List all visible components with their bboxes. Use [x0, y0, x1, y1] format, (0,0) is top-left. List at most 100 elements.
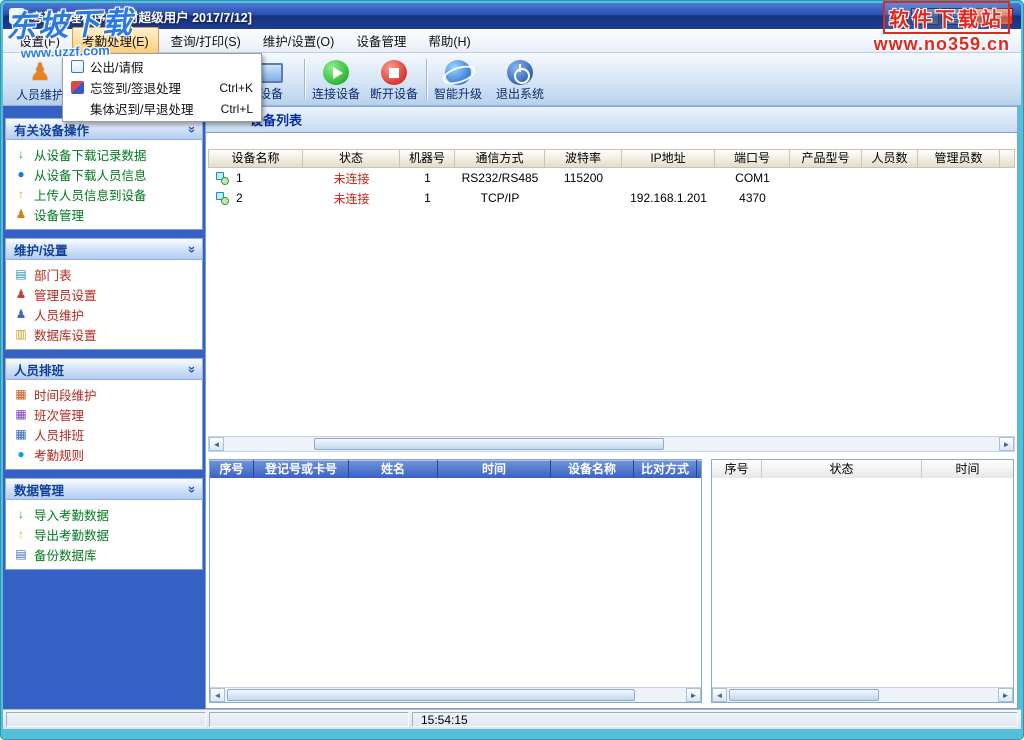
menu-item-leave-request[interactable]: 公出/请假 — [63, 56, 261, 77]
title-bar[interactable]: ↩ 考勤管理程序 [临时超级用户 2017/7/12] – □ × — [3, 3, 1021, 29]
scroll-right-button[interactable]: ► — [998, 688, 1013, 702]
sidebar-item-label: 备份数据库 — [34, 545, 97, 564]
column-header[interactable]: 时间 — [922, 460, 1013, 478]
sidebar-item-person-scheduling[interactable]: ▦ 人员排班 — [6, 424, 202, 444]
import-arrow-icon: ↓ — [14, 507, 28, 521]
sidebar-item-shift-management[interactable]: ▦ 班次管理 — [6, 404, 202, 424]
horizontal-scrollbar[interactable]: ◄ ► — [712, 687, 1013, 702]
toolbar-separator — [304, 59, 305, 99]
toolbar-button-label: 连接设备 — [312, 85, 360, 102]
column-header[interactable]: 姓名 — [349, 460, 438, 478]
section-title: 有关设备操作 — [14, 120, 89, 139]
column-header[interactable]: 机器号 — [400, 149, 455, 168]
sidebar-item-export-attendance-data[interactable]: ↑ 导出考勤数据 — [6, 524, 202, 544]
notebook-icon: ▤ — [14, 267, 28, 281]
sidebar-item-admin-settings[interactable]: ♟ 管理员设置 — [6, 284, 202, 304]
sidebar-item-attendance-rules[interactable]: ● 考勤规则 — [6, 444, 202, 464]
section-title: 维护/设置 — [14, 240, 67, 259]
column-header[interactable]: 比对方式 — [634, 460, 697, 478]
section-title: 人员排班 — [14, 360, 64, 379]
scroll-thumb[interactable] — [729, 689, 879, 701]
menu-item-group-late-early[interactable]: 集体迟到/早退处理 Ctrl+L — [63, 98, 261, 119]
sidebar-item-time-period-maintain[interactable]: ▦ 时间段维护 — [6, 384, 202, 404]
collapse-chevron-icon[interactable]: « — [183, 245, 198, 252]
scroll-right-button[interactable]: ► — [686, 688, 701, 702]
scroll-track[interactable] — [225, 688, 686, 702]
collapse-chevron-icon[interactable]: « — [183, 365, 198, 372]
column-header[interactable]: 产品型号 — [790, 149, 862, 168]
menu-attendance-processing[interactable]: 考勤处理(E) — [72, 27, 159, 54]
column-header[interactable]: 序号 — [712, 460, 762, 478]
column-header[interactable]: 时间 — [438, 460, 551, 478]
menu-maintenance-settings[interactable]: 维护/设置(O) — [253, 27, 345, 54]
horizontal-scrollbar[interactable]: ◄ ► — [210, 687, 701, 702]
menu-item-forgot-sign[interactable]: 忘签到/签退处理 Ctrl+K — [63, 77, 261, 98]
column-header[interactable]: 状态 — [303, 149, 400, 168]
sidebar-item-label: 设备管理 — [34, 205, 84, 224]
disk-icon: ▤ — [14, 547, 28, 561]
column-header[interactable]: 管理员数 — [918, 149, 1000, 168]
scroll-thumb[interactable] — [314, 438, 664, 450]
toolbar-button-label: 智能升级 — [434, 85, 482, 102]
collapse-chevron-icon[interactable]: « — [183, 125, 198, 132]
port: 4370 — [715, 191, 790, 205]
sidebar-item-device-management[interactable]: ♟ 设备管理 — [6, 204, 202, 224]
menu-query-print[interactable]: 查询/打印(S) — [161, 27, 251, 54]
scroll-left-button[interactable]: ◄ — [712, 688, 727, 702]
column-header[interactable]: IP地址 — [622, 149, 715, 168]
sidebar-item-label: 人员维护 — [34, 305, 84, 324]
column-header[interactable]: 设备名称 — [551, 460, 634, 478]
maximize-button[interactable]: □ — [941, 8, 969, 25]
table-row[interactable]: 1 未连接 1 RS232/RS485 115200 COM1 — [208, 168, 1015, 188]
sidebar-panel-maintenance: ▤ 部门表 ♟ 管理员设置 ♟ 人员维护 ▥ 数据库设置 — [5, 260, 203, 350]
scroll-track[interactable] — [224, 437, 999, 451]
menu-device-management[interactable]: 设备管理 — [346, 27, 416, 54]
statusbar-section — [209, 712, 409, 727]
column-header[interactable]: 人员数 — [862, 149, 918, 168]
upload-arrow-icon: ↑ — [14, 187, 28, 201]
toolbar-button-smart-upgrade[interactable]: 智能升级 — [429, 58, 487, 104]
sidebar-item-download-person-info[interactable]: ● 从设备下载人员信息 — [6, 164, 202, 184]
sidebar-item-department-table[interactable]: ▤ 部门表 — [6, 264, 202, 284]
sidebar-item-label: 导出考勤数据 — [34, 525, 109, 544]
port: COM1 — [715, 171, 790, 185]
sidebar-item-download-records[interactable]: ↓ 从设备下载记录数据 — [6, 144, 202, 164]
export-arrow-icon: ↑ — [14, 527, 28, 541]
sidebar-item-database-settings[interactable]: ▥ 数据库设置 — [6, 324, 202, 344]
column-header[interactable]: 设备名称 — [208, 149, 303, 168]
toolbar-button-disconnect-device[interactable]: 断开设备 — [365, 58, 423, 104]
column-header[interactable]: 端口号 — [715, 149, 790, 168]
minimize-button[interactable]: – — [911, 8, 939, 25]
sidebar-item-upload-person-info[interactable]: ↑ 上传人员信息到设备 — [6, 184, 202, 204]
scroll-left-button[interactable]: ◄ — [209, 437, 224, 451]
horizontal-scrollbar[interactable]: ◄ ► — [208, 436, 1015, 452]
scroll-right-button[interactable]: ► — [999, 437, 1014, 451]
menu-settings[interactable]: 设置(F) — [9, 27, 70, 54]
scroll-left-button[interactable]: ◄ — [210, 688, 225, 702]
toolbar-button-exit-system[interactable]: 退出系统 — [491, 58, 549, 104]
sidebar-section-header-data-management[interactable]: 数据管理 « — [5, 478, 203, 500]
close-button[interactable]: × — [971, 8, 1013, 25]
column-header[interactable]: 波特率 — [545, 149, 622, 168]
toolbar-button-connect-device[interactable]: 连接设备 — [307, 58, 365, 104]
scroll-track[interactable] — [727, 688, 998, 702]
scroll-thumb[interactable] — [227, 689, 635, 701]
database-icon: ▥ — [14, 327, 28, 341]
machine-no: 1 — [400, 191, 455, 205]
main-panel: 设备名称 状态 机器号 通信方式 波特率 IP地址 端口号 产品型号 人员数 管… — [205, 132, 1018, 709]
collapse-chevron-icon[interactable]: « — [183, 485, 198, 492]
sidebar-item-label: 班次管理 — [34, 405, 84, 424]
column-header[interactable]: 序号 — [210, 460, 254, 478]
sidebar-section-header-scheduling[interactable]: 人员排班 « — [5, 358, 203, 380]
column-header[interactable]: 通信方式 — [455, 149, 545, 168]
sidebar-item-person-maintain[interactable]: ♟ 人员维护 — [6, 304, 202, 324]
sidebar-item-import-attendance-data[interactable]: ↓ 导入考勤数据 — [6, 504, 202, 524]
column-header[interactable]: 登记号或卡号 — [254, 460, 349, 478]
column-header[interactable]: 状态 — [762, 460, 922, 478]
menu-help[interactable]: 帮助(H) — [418, 27, 480, 54]
person-icon: ♟ — [14, 207, 28, 221]
table-row[interactable]: 2 未连接 1 TCP/IP 192.168.1.201 4370 — [208, 188, 1015, 208]
sidebar-item-backup-database[interactable]: ▤ 备份数据库 — [6, 544, 202, 564]
sidebar-section-header-maintenance[interactable]: 维护/设置 « — [5, 238, 203, 260]
people-icon: ♟ — [14, 287, 28, 301]
